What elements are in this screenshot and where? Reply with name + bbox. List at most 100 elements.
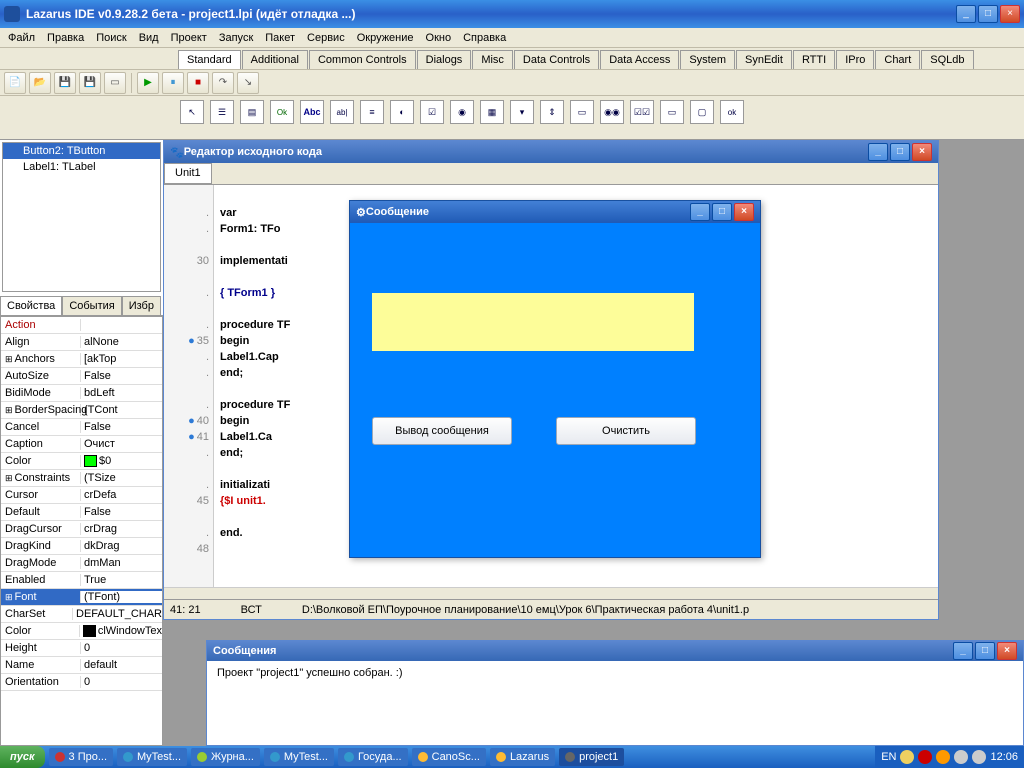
checkgroup-icon[interactable]: ☑☑	[630, 100, 654, 124]
property-row[interactable]: BidiModebdLeft	[1, 385, 162, 402]
menu-service[interactable]: Сервис	[301, 30, 351, 46]
property-row[interactable]: Color$0	[1, 453, 162, 470]
task-8[interactable]: project1	[559, 748, 624, 766]
menu-project[interactable]: Проект	[165, 30, 213, 46]
clock[interactable]: 12:06	[990, 751, 1018, 763]
close-button[interactable]: ×	[1000, 5, 1020, 23]
tray-icon[interactable]	[900, 750, 914, 764]
menu-search[interactable]: Поиск	[90, 30, 132, 46]
property-row[interactable]: Height0	[1, 640, 162, 657]
mainmenu-icon[interactable]: ☰	[210, 100, 234, 124]
property-row[interactable]: CursorcrDefa	[1, 487, 162, 504]
property-row[interactable]: Font(TFont)	[1, 589, 162, 606]
stop-button[interactable]: ■	[187, 72, 209, 94]
menu-help[interactable]: Справка	[457, 30, 512, 46]
open-button[interactable]: 📂	[29, 72, 51, 94]
tab-dataaccess[interactable]: Data Access	[600, 50, 679, 69]
groupbox-icon[interactable]: ▭	[570, 100, 594, 124]
property-grid[interactable]: ActionAlignalNoneAnchors[akTopAutoSizeFa…	[0, 316, 163, 746]
property-row[interactable]: Anchors[akTop	[1, 351, 162, 368]
tab-favorites[interactable]: Избр	[122, 296, 161, 315]
property-row[interactable]: Namedefault	[1, 657, 162, 674]
label-icon[interactable]: Abc	[300, 100, 324, 124]
menu-view[interactable]: Вид	[133, 30, 165, 46]
hscrollbar[interactable]	[164, 587, 938, 599]
menu-file[interactable]: Файл	[2, 30, 41, 46]
new-button[interactable]: 📄	[4, 72, 26, 94]
property-row[interactable]: Action	[1, 317, 162, 334]
tab-chart[interactable]: Chart	[875, 50, 920, 69]
tree-item[interactable]: Label1: TLabel	[3, 159, 160, 175]
menu-env[interactable]: Окружение	[351, 30, 420, 46]
msg-min-button[interactable]: _	[953, 642, 973, 660]
task-2[interactable]: MyTest...	[117, 748, 187, 766]
tab-rtti[interactable]: RTTI	[793, 50, 835, 69]
tab-standard[interactable]: Standard	[178, 50, 241, 69]
property-row[interactable]: BorderSpacing(TCont	[1, 402, 162, 419]
tab-properties[interactable]: Свойства	[0, 296, 62, 315]
property-row[interactable]: EnabledTrue	[1, 572, 162, 589]
menu-package[interactable]: Пакет	[259, 30, 301, 46]
maximize-button[interactable]: □	[978, 5, 998, 23]
task-7[interactable]: Lazarus	[490, 748, 555, 766]
frame-icon[interactable]: ▢	[690, 100, 714, 124]
property-row[interactable]: CharSetDEFAULT_CHAR	[1, 606, 162, 623]
tab-synedit[interactable]: SynEdit	[736, 50, 792, 69]
tray-icon[interactable]	[918, 750, 932, 764]
property-row[interactable]: DragModedmMan	[1, 555, 162, 572]
property-row[interactable]: AlignalNone	[1, 334, 162, 351]
task-4[interactable]: MyTest...	[264, 748, 334, 766]
run-button[interactable]: ▶	[137, 72, 159, 94]
radio-icon[interactable]: ◉	[450, 100, 474, 124]
radiogroup-icon[interactable]: ◉◉	[600, 100, 624, 124]
tab-common[interactable]: Common Controls	[309, 50, 416, 69]
tray-icon[interactable]	[954, 750, 968, 764]
object-tree[interactable]: Button2: TButtonLabel1: TLabel	[2, 142, 161, 292]
code-close-button[interactable]: ×	[912, 143, 932, 161]
checkbox-icon[interactable]: ☑	[420, 100, 444, 124]
menu-edit[interactable]: Правка	[41, 30, 90, 46]
msg-max-button[interactable]: □	[975, 642, 995, 660]
property-row[interactable]: Orientation0	[1, 674, 162, 691]
output-message-button[interactable]: Вывод сообщения	[372, 417, 512, 445]
property-row[interactable]: DragCursorcrDrag	[1, 521, 162, 538]
task-1[interactable]: 3 Про...	[49, 748, 113, 766]
popupmenu-icon[interactable]: ▤	[240, 100, 264, 124]
start-button[interactable]: пуск	[0, 746, 45, 768]
messages-body[interactable]: Проект "project1" успешно собран. :)	[207, 661, 1023, 745]
task-5[interactable]: Госуда...	[338, 748, 408, 766]
stepover-button[interactable]: ↷	[212, 72, 234, 94]
save-button[interactable]: 💾	[54, 72, 76, 94]
tray-icon[interactable]	[972, 750, 986, 764]
togglebox-icon[interactable]: ◐	[390, 100, 414, 124]
tab-dialogs[interactable]: Dialogs	[417, 50, 472, 69]
property-row[interactable]: CaptionОчист	[1, 436, 162, 453]
tree-item[interactable]: Button2: TButton	[3, 143, 160, 159]
code-tab-unit1[interactable]: Unit1	[164, 163, 212, 184]
task-3[interactable]: Журна...	[191, 748, 260, 766]
code-max-button[interactable]: □	[890, 143, 910, 161]
scrollbar-icon[interactable]: ⇕	[540, 100, 564, 124]
tab-events[interactable]: События	[62, 296, 121, 315]
stepinto-button[interactable]: ↘	[237, 72, 259, 94]
form-max-button[interactable]: □	[712, 203, 732, 221]
tab-ipro[interactable]: IPro	[836, 50, 874, 69]
tray-icon[interactable]	[936, 750, 950, 764]
tab-additional[interactable]: Additional	[242, 50, 308, 69]
button-icon[interactable]: Ok	[270, 100, 294, 124]
tab-sqldb[interactable]: SQLdb	[921, 50, 973, 69]
saveall-button[interactable]: 💾	[79, 72, 101, 94]
combobox-icon[interactable]: ▾	[510, 100, 534, 124]
system-tray[interactable]: EN 12:06	[875, 746, 1024, 768]
memo-icon[interactable]: ≡	[360, 100, 384, 124]
lang-indicator[interactable]: EN	[881, 751, 896, 763]
form-min-button[interactable]: _	[690, 203, 710, 221]
property-row[interactable]: DefaultFalse	[1, 504, 162, 521]
listbox-icon[interactable]: ▦	[480, 100, 504, 124]
pause-button[interactable]: ⏸	[162, 72, 184, 94]
panel-icon[interactable]: ▭	[660, 100, 684, 124]
actionlist-icon[interactable]: ok	[720, 100, 744, 124]
property-row[interactable]: AutoSizeFalse	[1, 368, 162, 385]
code-min-button[interactable]: _	[868, 143, 888, 161]
tab-datacontrols[interactable]: Data Controls	[514, 50, 599, 69]
